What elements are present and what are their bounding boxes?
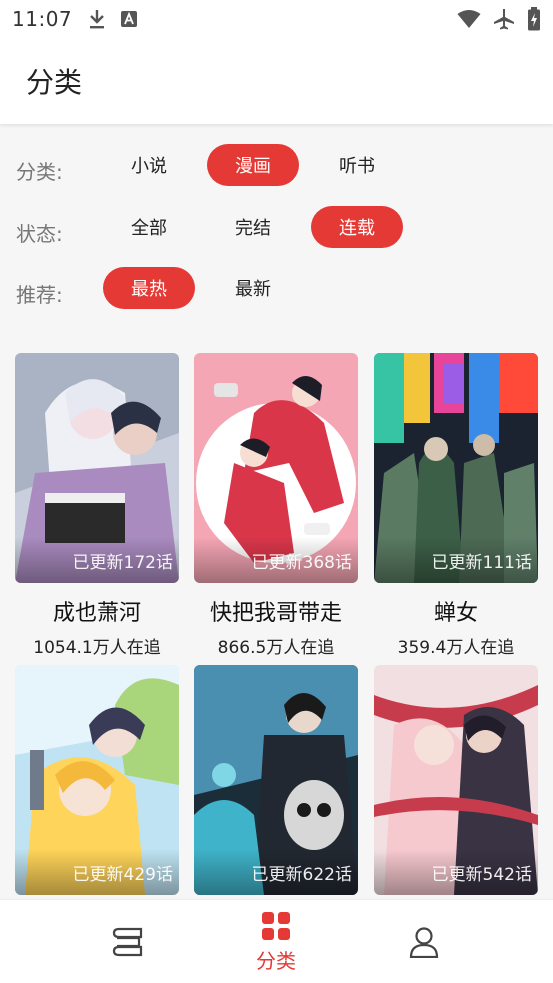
update-badge: 已更新172话 — [15, 537, 179, 583]
comic-cover[interactable]: 已更新622话 — [194, 665, 358, 895]
comic-title[interactable]: 快把我哥带走 — [194, 595, 358, 627]
bookshelf-icon — [112, 927, 143, 957]
comic-card[interactable]: 已更新368话 快把我哥带走 866.5万人在追 — [194, 353, 358, 658]
user-profile-icon — [409, 927, 439, 958]
chip-completed[interactable]: 完结 — [207, 206, 299, 248]
chip-all[interactable]: 全部 — [103, 206, 195, 248]
status-system-icons — [457, 7, 541, 31]
nav-category[interactable]: 分类 — [216, 900, 336, 983]
comic-card[interactable]: 已更新111话 蝉女 359.4万人在追 — [374, 353, 538, 658]
page-title: 分类 — [26, 66, 83, 99]
comic-followers: 866.5万人在追 — [217, 638, 335, 658]
update-badge: 已更新429话 — [15, 849, 179, 895]
comic-card[interactable]: 已更新622话 — [194, 665, 358, 895]
category-grid-icon — [262, 911, 290, 940]
comic-card[interactable]: 已更新172话 成也萧河 1054.1万人在追 — [15, 353, 179, 658]
comic-cover[interactable]: 已更新368话 — [194, 353, 358, 583]
status-time: 11:07 — [12, 7, 73, 31]
update-badge: 已更新622话 — [194, 849, 358, 895]
chip-novel[interactable]: 小说 — [103, 144, 195, 186]
wifi-icon — [457, 10, 481, 28]
filter-row-status: 状态: 全部 完结 连载 — [0, 206, 553, 250]
comic-card[interactable]: 已更新542话 — [374, 665, 538, 895]
comic-cover[interactable]: 已更新429话 — [15, 665, 179, 895]
chip-hottest[interactable]: 最热 — [103, 267, 195, 309]
filter-row-category: 分类: 小说 漫画 听书 — [0, 144, 553, 188]
category-content[interactable]: 分类: 小说 漫画 听书 状态: 全部 完结 连载 推荐: 最热 最新 已更新1… — [0, 124, 553, 899]
chip-comic[interactable]: 漫画 — [207, 144, 299, 186]
comic-title[interactable]: 成也萧河 — [15, 595, 179, 627]
comic-followers: 1054.1万人在追 — [33, 638, 161, 658]
nav-bookshelf[interactable] — [68, 900, 188, 983]
comic-cover[interactable]: 已更新542话 — [374, 665, 538, 895]
download-icon — [90, 10, 105, 29]
update-badge: 已更新111话 — [374, 537, 538, 583]
chip-audiobook[interactable]: 听书 — [311, 144, 403, 186]
app-bar: 分类 — [0, 38, 553, 124]
comic-card[interactable]: 已更新429话 — [15, 665, 179, 895]
chip-ongoing[interactable]: 连载 — [311, 206, 403, 248]
comic-cover[interactable]: 已更新172话 — [15, 353, 179, 583]
airplane-icon — [494, 9, 514, 30]
status-notification-icons — [88, 8, 138, 30]
status-bar: 11:07 — [0, 0, 553, 38]
update-badge: 已更新368话 — [194, 537, 358, 583]
filter-label-recommend: 推荐: — [16, 283, 63, 307]
battery-charging-icon — [528, 7, 540, 31]
comic-cover[interactable]: 已更新111话 — [374, 353, 538, 583]
bottom-nav: 分类 — [0, 899, 553, 983]
comic-title[interactable]: 蝉女 — [374, 595, 538, 627]
nav-category-label: 分类 — [256, 948, 296, 973]
chip-newest[interactable]: 最新 — [207, 267, 299, 309]
filter-label-status: 状态: — [16, 222, 63, 246]
update-badge: 已更新542话 — [374, 849, 538, 895]
nav-profile[interactable] — [364, 900, 484, 983]
comic-followers: 359.4万人在追 — [397, 638, 515, 658]
filter-label-category: 分类: — [16, 160, 63, 184]
filter-row-recommend: 推荐: 最热 最新 — [0, 267, 553, 311]
keyboard-a-icon — [121, 11, 138, 27]
